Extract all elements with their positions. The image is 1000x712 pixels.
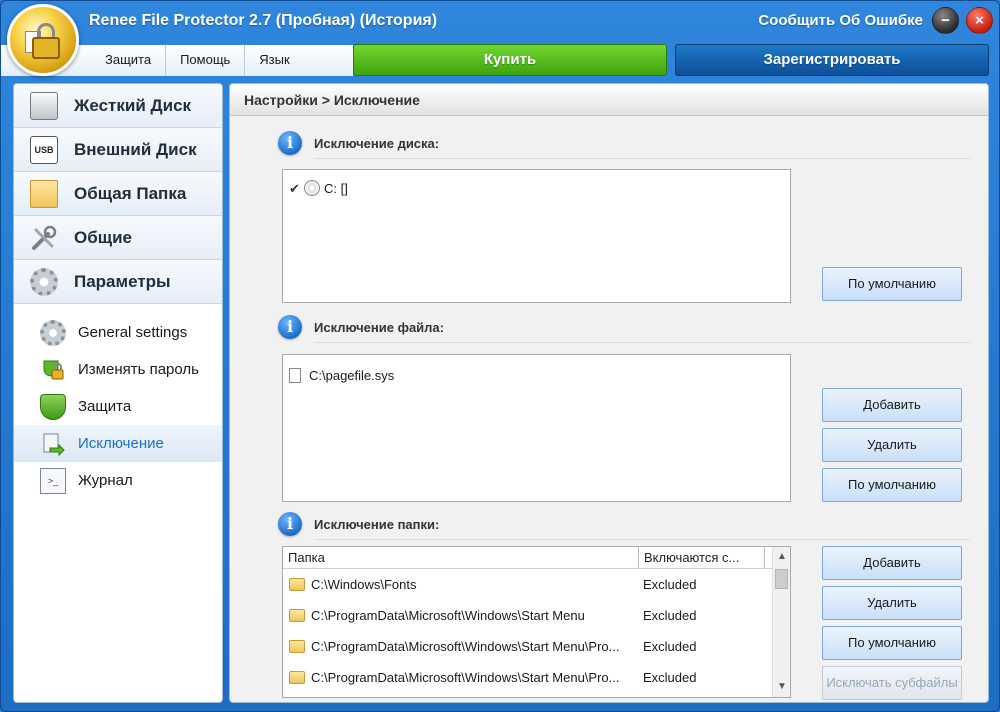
- log-icon: >_: [40, 467, 66, 494]
- folder-status: Excluded: [643, 670, 697, 685]
- file-exclusion-header: i Исключение файла:: [278, 314, 444, 340]
- hard-disk-icon: [30, 91, 58, 120]
- sidebar-item-label: Изменять пароль: [78, 361, 199, 378]
- usb-drive-icon: USB: [30, 135, 58, 164]
- disk-default-button[interactable]: По умолчанию: [822, 267, 962, 301]
- folder-add-button[interactable]: Добавить: [822, 546, 962, 580]
- sidebar-item-label: Жесткий Диск: [74, 95, 192, 115]
- register-button[interactable]: Зарегистрировать: [675, 44, 989, 76]
- section-title: Исключение папки:: [314, 516, 440, 532]
- table-row[interactable]: C:\ProgramData\Microsoft\Windows\Start M…: [283, 662, 790, 693]
- sidebar-item-exclusion[interactable]: Исключение: [14, 425, 222, 462]
- folder-delete-button[interactable]: Удалить: [822, 586, 962, 620]
- checkbox-checked-icon[interactable]: ✔: [289, 182, 302, 195]
- info-icon: i: [278, 315, 302, 339]
- disk-exclusion-header: i Исключение диска:: [278, 130, 439, 156]
- section-divider: [314, 539, 970, 540]
- file-icon: [289, 367, 301, 383]
- sidebar-item-general-settings[interactable]: General settings: [14, 314, 222, 351]
- sidebar-item-log[interactable]: >_ Журнал: [14, 462, 222, 499]
- info-icon: i: [278, 512, 302, 536]
- folder-icon: [289, 609, 305, 622]
- table-row[interactable]: C:\ProgramData\Microsoft\Windows\Start M…: [283, 631, 790, 662]
- disk-label: C: []: [324, 180, 348, 196]
- content-panel: Настройки > Исключение i Исключение диск…: [229, 83, 989, 703]
- sidebar-item-label: Журнал: [78, 472, 133, 489]
- shared-folder-icon: [30, 179, 58, 208]
- gear-icon: [30, 267, 58, 296]
- sidebar-item-label: Внешний Диск: [74, 139, 197, 159]
- sidebar-item-shared-folder[interactable]: Общая Папка: [14, 172, 222, 216]
- scroll-thumb[interactable]: [775, 569, 788, 589]
- shield-icon: [40, 393, 66, 420]
- sidebar-item-label: Общие: [74, 227, 132, 247]
- scroll-up-icon[interactable]: ▲: [773, 547, 790, 567]
- table-header: Папка Включаются с...: [283, 547, 790, 569]
- column-header-include[interactable]: Включаются с...: [639, 547, 765, 568]
- folder-status: Excluded: [643, 639, 697, 654]
- folder-path: C:\ProgramData\Microsoft\Windows\Start M…: [311, 670, 620, 685]
- password-lock-icon: [40, 357, 66, 383]
- folder-exclusion-header: i Исключение папки:: [278, 511, 439, 537]
- sidebar-item-external-disk[interactable]: USB Внешний Диск: [14, 128, 222, 172]
- file-delete-button[interactable]: Удалить: [822, 428, 962, 462]
- sidebar-item-label: General settings: [78, 324, 188, 341]
- exclusion-icon: [40, 431, 66, 457]
- column-header-folder[interactable]: Папка: [283, 547, 639, 568]
- sidebar-item-protection[interactable]: Защита: [14, 388, 222, 425]
- folder-exclusion-table[interactable]: Папка Включаются с... C:\Windows\Fonts E…: [282, 546, 791, 698]
- sidebar-item-hard-disk[interactable]: Жесткий Диск: [14, 84, 222, 128]
- folder-status: Excluded: [643, 577, 697, 592]
- vertical-scrollbar[interactable]: ▲ ▼: [772, 547, 790, 697]
- table-row[interactable]: C:\Windows\Fonts Excluded: [283, 569, 790, 600]
- folder-icon: [289, 640, 305, 653]
- window-title: Renee File Protector 2.7 (Пробная) (Исто…: [89, 12, 438, 29]
- folder-path: C:\ProgramData\Microsoft\Windows\Start M…: [311, 639, 620, 654]
- scroll-down-icon[interactable]: ▼: [773, 677, 790, 697]
- sidebar-item-general[interactable]: Общие: [14, 216, 222, 260]
- app-logo-icon: [7, 4, 79, 76]
- folder-icon: [289, 578, 305, 591]
- folder-path: C:\Windows\Fonts: [311, 577, 417, 592]
- folder-path: C:\ProgramData\Microsoft\Windows\Start M…: [311, 608, 585, 623]
- folder-status: Excluded: [643, 608, 697, 623]
- section-title: Исключение диска:: [314, 135, 440, 151]
- sidebar-item-label: Параметры: [74, 271, 171, 291]
- section-title: Исключение файла:: [314, 319, 444, 335]
- file-exclusion-list[interactable]: C:\pagefile.sys: [282, 354, 791, 502]
- folder-default-button[interactable]: По умолчанию: [822, 626, 962, 660]
- file-add-button[interactable]: Добавить: [822, 388, 962, 422]
- table-row[interactable]: C:\ProgramData\Microsoft\Windows\Start M…: [283, 600, 790, 631]
- file-path: C:\pagefile.sys: [309, 367, 395, 383]
- app-window: Renee File Protector 2.7 (Пробная) (Исто…: [0, 0, 1000, 712]
- exclude-subfolders-button[interactable]: Исключать субфайлы: [822, 666, 962, 700]
- menu-protection[interactable]: Защита: [85, 45, 167, 76]
- title-bar[interactable]: Renee File Protector 2.7 (Пробная) (Исто…: [1, 1, 999, 76]
- sidebar-item-label: Исключение: [78, 435, 164, 452]
- disk-icon: [304, 180, 320, 196]
- section-divider: [314, 158, 970, 159]
- list-item[interactable]: C:\pagefile.sys: [283, 364, 790, 386]
- tools-icon: [30, 224, 58, 252]
- sidebar-item-change-password[interactable]: Изменять пароль: [14, 351, 222, 388]
- sidebar-item-label: Общая Папка: [74, 183, 187, 203]
- close-button[interactable]: ×: [966, 7, 993, 34]
- menu-help[interactable]: Помощь: [166, 45, 246, 76]
- sidebar: Жесткий Диск USB Внешний Диск Общая Папк…: [13, 83, 223, 703]
- report-error-link[interactable]: Сообщить Об Ошибке: [758, 12, 923, 29]
- menu-language[interactable]: Язык: [245, 45, 304, 76]
- info-icon: i: [278, 131, 302, 155]
- breadcrumb: Настройки > Исключение: [230, 84, 988, 116]
- sidebar-item-parameters[interactable]: Параметры: [14, 260, 222, 304]
- file-default-button[interactable]: По умолчанию: [822, 468, 962, 502]
- sidebar-item-label: Защита: [78, 398, 132, 415]
- menu-bar: Защита Помощь Язык: [85, 45, 351, 76]
- minimize-button[interactable]: −: [932, 7, 959, 34]
- settings-gear-icon: [40, 319, 66, 346]
- section-divider: [314, 342, 970, 343]
- buy-button[interactable]: Купить: [353, 44, 667, 76]
- disk-exclusion-list[interactable]: ✔ C: []: [282, 169, 791, 303]
- folder-icon: [289, 671, 305, 684]
- list-item[interactable]: ✔ C: []: [283, 177, 790, 199]
